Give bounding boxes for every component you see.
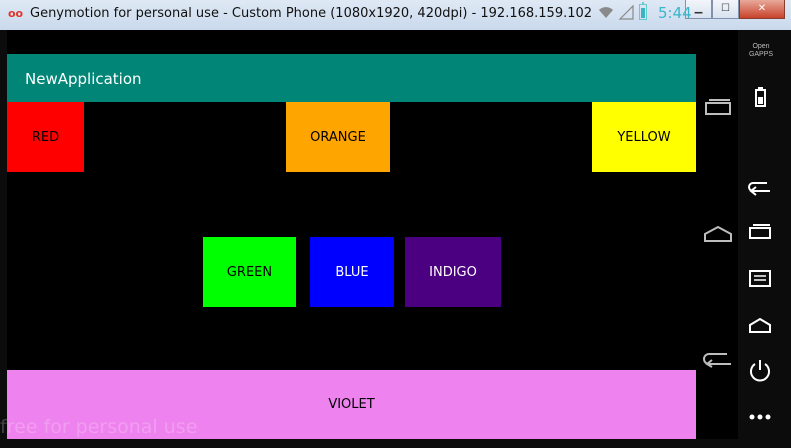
signal-icon: [618, 4, 634, 20]
close-button[interactable]: ✕: [739, 0, 785, 19]
red-button[interactable]: RED: [7, 102, 84, 172]
back-icon[interactable]: [703, 348, 733, 368]
battery-charging-icon: [639, 2, 647, 20]
power-icon[interactable]: [748, 358, 772, 382]
genymotion-toolbar: Open GAPPS: [738, 30, 783, 439]
opengapps-label[interactable]: Open GAPPS: [742, 43, 780, 59]
wifi-icon: [599, 7, 613, 18]
genymotion-logo-icon: oo: [8, 7, 24, 20]
more-icon[interactable]: [748, 405, 772, 429]
back-icon[interactable]: [748, 175, 772, 199]
maximize-button[interactable]: ☐: [712, 0, 739, 19]
battery-icon[interactable]: [748, 86, 772, 110]
app-toolbar: NewApplication: [7, 54, 696, 102]
window-title: Genymotion for personal use - Custom Pho…: [30, 6, 593, 21]
yellow-button[interactable]: YELLOW: [592, 102, 696, 172]
home-icon[interactable]: [703, 224, 733, 244]
recents-icon[interactable]: [703, 97, 733, 117]
window-controls: ▁ ☐ ✕: [685, 0, 785, 20]
menu-icon[interactable]: [748, 266, 772, 290]
app-title: NewApplication: [25, 70, 142, 88]
blue-button[interactable]: BLUE: [310, 237, 394, 307]
recents-icon[interactable]: [748, 220, 772, 244]
green-button[interactable]: GREEN: [203, 237, 296, 307]
indigo-button[interactable]: INDIGO: [405, 237, 501, 307]
main-content: RED ORANGE YELLOW GREEN BLUE INDIGO VIOL…: [7, 102, 696, 439]
orange-button[interactable]: ORANGE: [286, 102, 390, 172]
status-clock: 5:44: [658, 4, 692, 22]
watermark: free for personal use: [0, 416, 198, 438]
home-icon[interactable]: [748, 313, 772, 337]
android-status-bar: [7, 30, 696, 54]
